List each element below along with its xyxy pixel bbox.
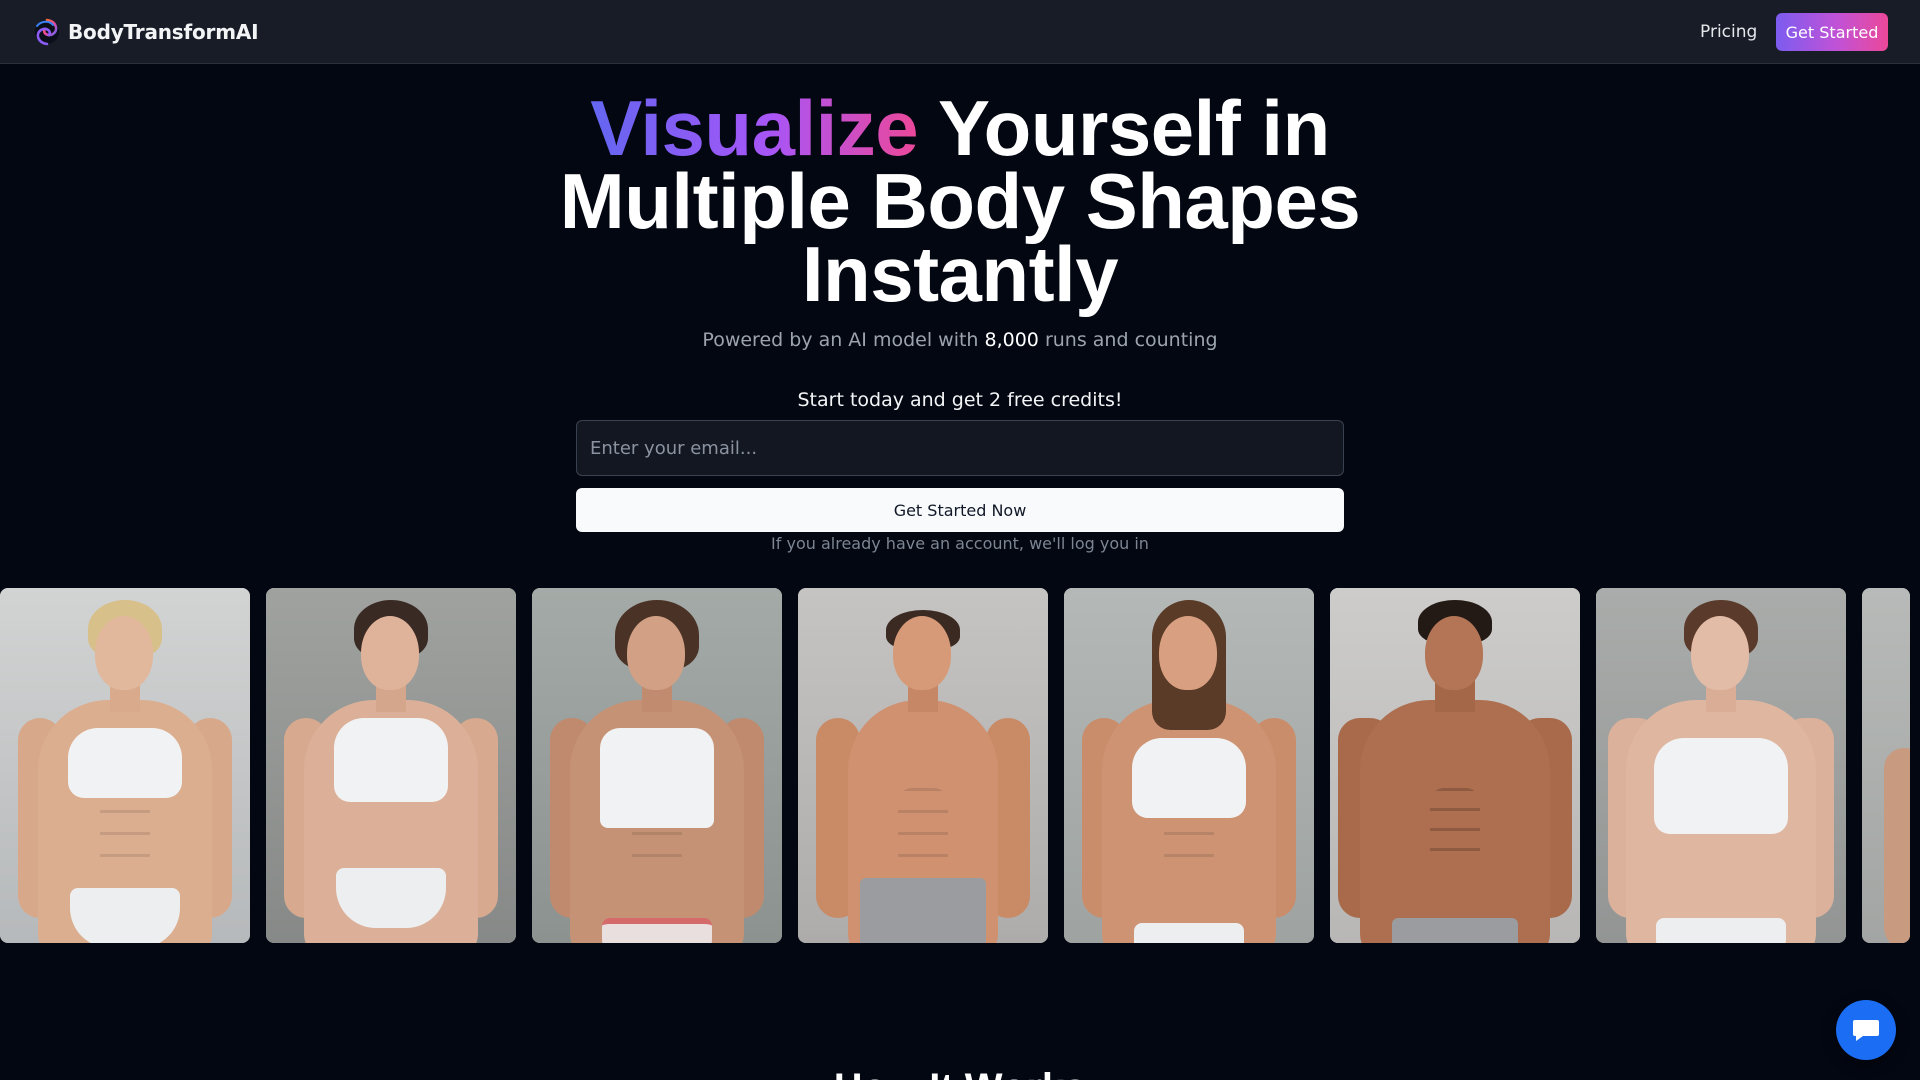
runs-count: 8,000 xyxy=(984,329,1039,351)
top-navigation-bar: BodyTransformAI Pricing Get Started xyxy=(0,0,1920,64)
gallery-image-4 xyxy=(798,588,1048,943)
hero-subtitle-prefix: Powered by an AI model with xyxy=(702,329,985,351)
chat-widget-button[interactable] xyxy=(1836,1000,1896,1060)
brand-name: BodyTransformAI xyxy=(68,20,259,44)
gallery-image-7 xyxy=(1596,588,1846,943)
swirl-logo-icon xyxy=(35,18,59,46)
how-it-works-heading: How It Works xyxy=(460,1066,1460,1080)
nav-pricing-link[interactable]: Pricing xyxy=(1700,20,1757,44)
login-note: If you already have an account, we'll lo… xyxy=(771,534,1149,553)
hero-subtitle-suffix: runs and counting xyxy=(1038,329,1218,351)
email-input[interactable] xyxy=(576,420,1344,476)
hero-title: Visualize Yourself in Multiple Body Shap… xyxy=(460,89,1460,313)
get-started-now-button[interactable]: Get Started Now xyxy=(576,488,1344,532)
brand-link[interactable]: BodyTransformAI xyxy=(32,16,259,48)
gallery-image-5 xyxy=(1064,588,1314,943)
gallery-image-3 xyxy=(532,588,782,943)
header-get-started-button[interactable]: Get Started xyxy=(1776,13,1888,51)
chat-bubble-icon xyxy=(1853,1020,1879,1041)
body-shape-gallery xyxy=(0,588,1920,943)
gallery-image-2 xyxy=(266,588,516,943)
free-credits-promo: Start today and get 2 free credits! xyxy=(797,389,1123,411)
gallery-image-1 xyxy=(0,588,250,943)
hero-subtitle: Powered by an AI model with 8,000 runs a… xyxy=(460,329,1460,351)
gallery-image-6 xyxy=(1330,588,1580,943)
gallery-image-8 xyxy=(1862,588,1910,943)
